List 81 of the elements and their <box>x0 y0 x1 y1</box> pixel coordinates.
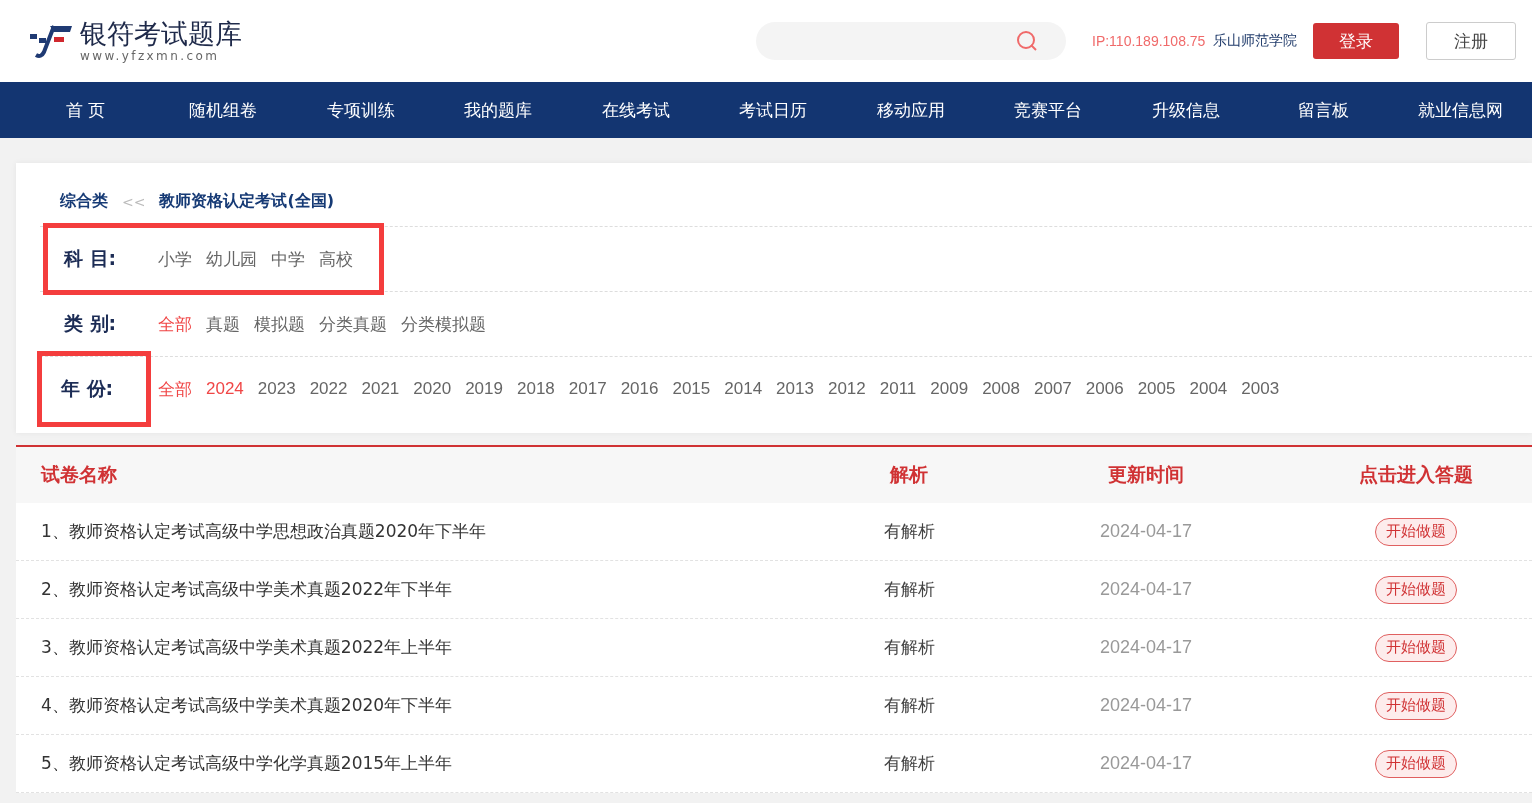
filter-option[interactable]: 分类模拟题 <box>401 312 486 336</box>
filter-option[interactable]: 全部 <box>158 312 192 336</box>
table-cell-text: 2024-04-17 <box>1098 521 1194 542</box>
filter-option[interactable]: 2005 <box>1137 379 1176 399</box>
start-button[interactable]: 开始做题 <box>1375 633 1457 662</box>
filter-option[interactable]: 2017 <box>568 379 607 399</box>
filter-option[interactable]: 2007 <box>1034 379 1072 399</box>
login-button[interactable]: 登录 <box>1313 23 1400 59</box>
filter-option[interactable]: 真题 <box>206 312 240 336</box>
logo-icon <box>28 22 74 60</box>
filter-option[interactable]: 2011 <box>879 379 917 399</box>
nav-link[interactable]: 移动应用 <box>842 98 980 122</box>
filter-option[interactable]: 2013 <box>776 379 814 399</box>
table-cell-text: 2024-04-17 <box>1098 579 1194 600</box>
filter-option[interactable]: 2009 <box>930 379 969 399</box>
column-header: 解析 <box>889 462 929 487</box>
start-button[interactable]: 开始做题 <box>1375 517 1457 546</box>
filter-option[interactable]: 2024 <box>206 379 244 399</box>
table-cell-text: 有解析 <box>882 752 936 775</box>
column-header: 试卷名称 <box>39 462 118 487</box>
nav-link[interactable]: 我的题库 <box>429 98 567 122</box>
filter-option[interactable]: 分类真题 <box>319 312 387 336</box>
filter-option[interactable]: 2014 <box>724 379 763 399</box>
breadcrumb-link[interactable]: 综合类 <box>60 191 108 212</box>
table-cell-text: 2024-04-17 <box>1098 695 1194 716</box>
nav-link[interactable]: 考试日历 <box>704 98 842 122</box>
paper-title-link[interactable]: 5、教师资格认定考试高级中学化学真题2015年上半年 <box>16 752 826 775</box>
paper-title-link[interactable]: 2、教师资格认定考试高级中学美术真题2022年下半年 <box>16 578 826 601</box>
filter-option[interactable]: 小学 <box>158 247 192 271</box>
filter-option[interactable]: 高校 <box>319 247 353 271</box>
start-button[interactable]: 开始做题 <box>1375 749 1457 778</box>
filter-option[interactable]: 模拟题 <box>254 312 305 336</box>
nav-link[interactable]: 升级信息 <box>1117 98 1255 122</box>
filter-option[interactable]: 2019 <box>465 379 503 399</box>
table-cell-text: 2024-04-17 <box>1098 637 1194 658</box>
filter-option[interactable]: 2008 <box>982 379 1020 399</box>
nav-link[interactable]: 竞赛平台 <box>979 98 1117 122</box>
search-icon[interactable] <box>1016 30 1038 52</box>
filter-option[interactable]: 2023 <box>257 379 296 399</box>
table-cell-text: 有解析 <box>882 578 936 601</box>
breadcrumb-separator: << <box>122 193 146 210</box>
filter-option[interactable]: 幼儿园 <box>206 247 257 271</box>
breadcrumb-current[interactable]: 教师资格认定考试(全国) <box>159 191 335 212</box>
paper-title-link[interactable]: 1、教师资格认定考试高级中学思想政治真题2020年下半年 <box>16 520 826 543</box>
filter-option[interactable]: 中学 <box>271 247 305 271</box>
filter-label: 年 份: <box>61 376 114 401</box>
ip-address: IP:110.189.108.75 <box>1092 33 1206 49</box>
filter-option[interactable]: 2015 <box>672 379 711 399</box>
nav-link[interactable]: 就业信息网 <box>1392 98 1530 122</box>
search-field[interactable] <box>756 22 1066 60</box>
logo-url: www.yfzxmn.com <box>80 49 221 63</box>
table-cell-text: 有解析 <box>882 694 936 717</box>
filter-option[interactable]: 2006 <box>1085 379 1124 399</box>
filter-label: 类 别: <box>64 311 117 336</box>
filter-option[interactable]: 2021 <box>361 379 400 399</box>
start-button[interactable]: 开始做题 <box>1375 575 1457 604</box>
start-button[interactable]: 开始做题 <box>1375 691 1457 720</box>
filter-option[interactable]: 2004 <box>1189 379 1228 399</box>
table-cell-text: 有解析 <box>882 636 936 659</box>
nav-link[interactable]: 随机组卷 <box>154 98 292 122</box>
filter-label: 科 目: <box>64 246 117 271</box>
filter-option[interactable]: 2016 <box>620 379 659 399</box>
filter-option[interactable]: 全部 <box>158 377 192 401</box>
filter-option[interactable]: 2018 <box>516 379 555 399</box>
paper-title-link[interactable]: 3、教师资格认定考试高级中学美术真题2022年上半年 <box>16 636 826 659</box>
table-cell-text: 2024-04-17 <box>1098 753 1194 774</box>
institution-name: 乐山师范学院 <box>1213 32 1298 50</box>
table-cell-text: 有解析 <box>882 520 936 543</box>
column-header: 点击进入答题 <box>1358 462 1474 487</box>
logo-title: 银符考试题库 <box>80 19 242 49</box>
filter-option[interactable]: 2020 <box>413 379 452 399</box>
paper-title-link[interactable]: 4、教师资格认定考试高级中学美术真题2020年下半年 <box>16 694 826 717</box>
nav-link[interactable]: 在线考试 <box>567 98 705 122</box>
nav-link[interactable]: 留言板 <box>1254 98 1392 122</box>
nav-link[interactable]: 专项训练 <box>292 98 430 122</box>
filter-option[interactable]: 2003 <box>1241 379 1280 399</box>
filter-option[interactable]: 2012 <box>827 379 866 399</box>
column-header: 更新时间 <box>1107 462 1185 487</box>
filter-option[interactable]: 2022 <box>309 379 348 399</box>
register-button[interactable]: 注册 <box>1426 22 1517 60</box>
nav-link[interactable]: 首 页 <box>17 98 155 122</box>
